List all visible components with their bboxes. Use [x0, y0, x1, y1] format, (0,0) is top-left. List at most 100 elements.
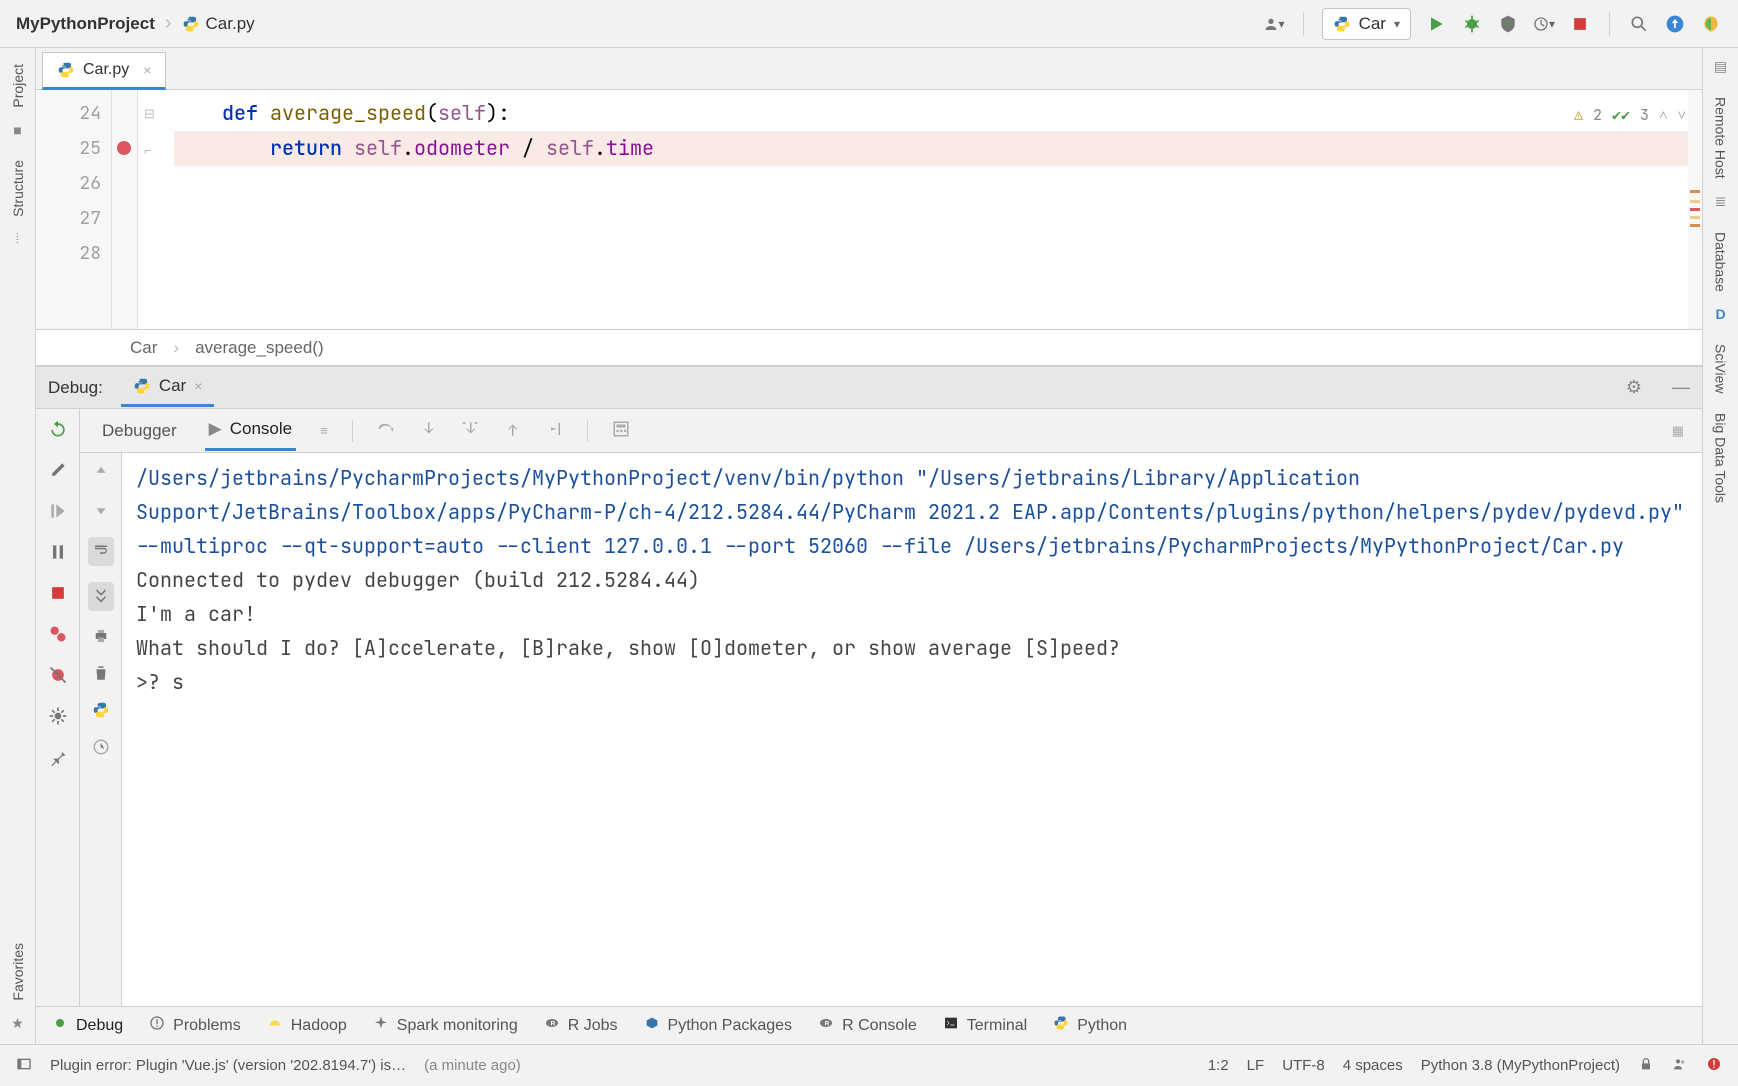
rerun-icon[interactable]	[48, 419, 68, 442]
status-message[interactable]: Plugin error: Plugin 'Vue.js' (version '…	[50, 1057, 406, 1074]
breakpoint-icon[interactable]	[117, 141, 131, 155]
debug-session-tab[interactable]: Car ×	[121, 368, 215, 407]
tab-pyconsole[interactable]: Python	[1053, 1015, 1127, 1036]
crumb-class[interactable]: Car	[130, 338, 157, 358]
crumb-function[interactable]: average_speed()	[195, 338, 324, 358]
lineno: 28	[36, 236, 101, 271]
print-icon[interactable]	[92, 627, 110, 648]
tab-problems[interactable]: Problems	[149, 1015, 241, 1036]
tab-debug[interactable]: Debug	[52, 1015, 123, 1036]
step-over-icon[interactable]	[377, 420, 395, 441]
database-button[interactable]: Database	[1713, 232, 1729, 292]
tab-terminal[interactable]: Terminal	[943, 1015, 1027, 1036]
mute-breakpoints-icon[interactable]	[48, 665, 68, 688]
warning-icon: ⚠	[1574, 98, 1583, 133]
session-label: Car	[159, 376, 186, 396]
scroll-down-icon[interactable]	[92, 500, 110, 521]
svg-text:R: R	[550, 1021, 555, 1028]
python-console-icon[interactable]	[92, 701, 110, 722]
layout-icon[interactable]: ▦	[1672, 423, 1684, 439]
run-to-cursor-icon[interactable]	[545, 420, 563, 441]
remote-host-button[interactable]: Remote Host	[1713, 97, 1729, 179]
sciview-button[interactable]: SciView	[1713, 344, 1729, 394]
history-icon[interactable]	[92, 738, 110, 759]
debug-settings-icon[interactable]	[48, 706, 68, 729]
stop-icon[interactable]	[48, 583, 68, 606]
debug-header: Debug: Car × ⚙ —	[36, 367, 1702, 409]
resume-icon[interactable]	[48, 501, 68, 524]
minimize-icon[interactable]: —	[1672, 377, 1690, 398]
tab-hadoop[interactable]: Hadoop	[267, 1015, 347, 1036]
close-tab-icon[interactable]: ×	[143, 62, 151, 78]
fold-gutter[interactable]: ⊟ ⌐	[138, 90, 164, 329]
status-line-sep[interactable]: LF	[1247, 1057, 1265, 1074]
step-into-my-icon[interactable]	[461, 420, 479, 441]
run-button[interactable]	[1425, 13, 1447, 35]
fold-collapse-icon[interactable]: ⊟	[144, 96, 164, 131]
step-into-icon[interactable]	[419, 420, 437, 441]
tab-spark[interactable]: Spark monitoring	[373, 1015, 518, 1036]
pin-icon[interactable]	[48, 747, 68, 770]
modify-icon[interactable]	[48, 460, 68, 483]
breadcrumb-file[interactable]: Car.py	[182, 14, 255, 34]
warning-icon	[149, 1015, 165, 1036]
status-indent[interactable]: 4 spaces	[1343, 1057, 1403, 1074]
bigdata-button[interactable]: Big Data Tools	[1713, 413, 1729, 503]
tab-rjobs[interactable]: RR Jobs	[544, 1015, 618, 1036]
status-interpreter[interactable]: Python 3.8 (MyPythonProject)	[1421, 1057, 1620, 1074]
coverage-button[interactable]	[1497, 13, 1519, 35]
scroll-up-icon[interactable]	[92, 463, 110, 484]
lineno: 27	[36, 201, 101, 236]
run-config-selector[interactable]: Car ▾	[1322, 8, 1411, 40]
close-session-icon[interactable]: ×	[194, 378, 202, 394]
lineno: 24	[36, 96, 101, 131]
evaluate-icon[interactable]	[612, 420, 630, 441]
breadcrumb-project[interactable]: MyPythonProject	[16, 14, 155, 34]
status-encoding[interactable]: UTF-8	[1282, 1057, 1325, 1074]
profile-button[interactable]: ▾	[1533, 13, 1555, 35]
error-badge-icon[interactable]	[1706, 1056, 1722, 1076]
codewithme-icon[interactable]	[1700, 13, 1722, 35]
debug-button[interactable]	[1461, 13, 1483, 35]
settings-icon[interactable]: ⚙	[1626, 377, 1642, 398]
threads-icon[interactable]: ≡	[320, 423, 328, 438]
status-time: (a minute ago)	[424, 1057, 521, 1074]
svg-text:R: R	[825, 1021, 830, 1028]
project-tool-button[interactable]: Project	[10, 64, 26, 108]
left-toolbar: Project ■ Structure ⦙ Favorites ★	[0, 48, 36, 1044]
scroll-stripe[interactable]	[1688, 90, 1702, 329]
soft-wrap-icon[interactable]	[88, 537, 114, 566]
update-icon[interactable]	[1664, 13, 1686, 35]
status-caret-pos[interactable]: 1:2	[1208, 1057, 1229, 1074]
structure-tool-button[interactable]: Structure	[10, 160, 26, 217]
editor[interactable]: 24 25 26 27 28 ⊟ ⌐ ⚠ 2 ✔✔ 3 ˄	[36, 90, 1702, 330]
breakpoint-gutter[interactable]	[112, 90, 138, 329]
step-out-icon[interactable]	[503, 420, 521, 441]
prev-highlight-icon[interactable]: ˄	[1659, 98, 1667, 133]
view-breakpoints-icon[interactable]	[48, 624, 68, 647]
tab-pypackages[interactable]: Python Packages	[644, 1015, 793, 1036]
code-area[interactable]: ⚠ 2 ✔✔ 3 ˄ ˅ def average_speed(self): re…	[164, 90, 1702, 329]
code-line-25: return self.odometer / self.time	[174, 131, 1702, 166]
user-icon[interactable]: ▾	[1263, 13, 1285, 35]
tab-rconsole[interactable]: RR Console	[818, 1015, 917, 1036]
users-icon[interactable]	[1672, 1056, 1688, 1076]
favorites-tool-button[interactable]: Favorites	[10, 943, 26, 1001]
next-highlight-icon[interactable]: ˅	[1678, 98, 1686, 133]
editor-tab-car[interactable]: Car.py ×	[42, 52, 166, 90]
console-output[interactable]: /Users/jetbrains/PycharmProjects/MyPytho…	[122, 453, 1702, 1044]
inspection-widget[interactable]: ⚠ 2 ✔✔ 3 ˄ ˅	[1574, 98, 1686, 133]
clear-icon[interactable]	[92, 664, 110, 685]
scroll-to-end-icon[interactable]	[88, 582, 114, 611]
center-column: Car.py × 24 25 26 27 28 ⊟ ⌐	[36, 48, 1702, 1044]
hide-toolwindows-icon[interactable]	[16, 1056, 32, 1076]
python-file-icon	[182, 15, 200, 33]
console-tab[interactable]: ▶ Console	[205, 410, 296, 451]
breadcrumb-sep: ›	[165, 12, 172, 35]
search-icon[interactable]	[1628, 13, 1650, 35]
pause-icon[interactable]	[48, 542, 68, 565]
lock-icon[interactable]	[1638, 1056, 1654, 1076]
debugger-tab[interactable]: Debugger	[98, 412, 181, 450]
stop-button[interactable]	[1569, 13, 1591, 35]
python-file-icon	[57, 61, 75, 79]
